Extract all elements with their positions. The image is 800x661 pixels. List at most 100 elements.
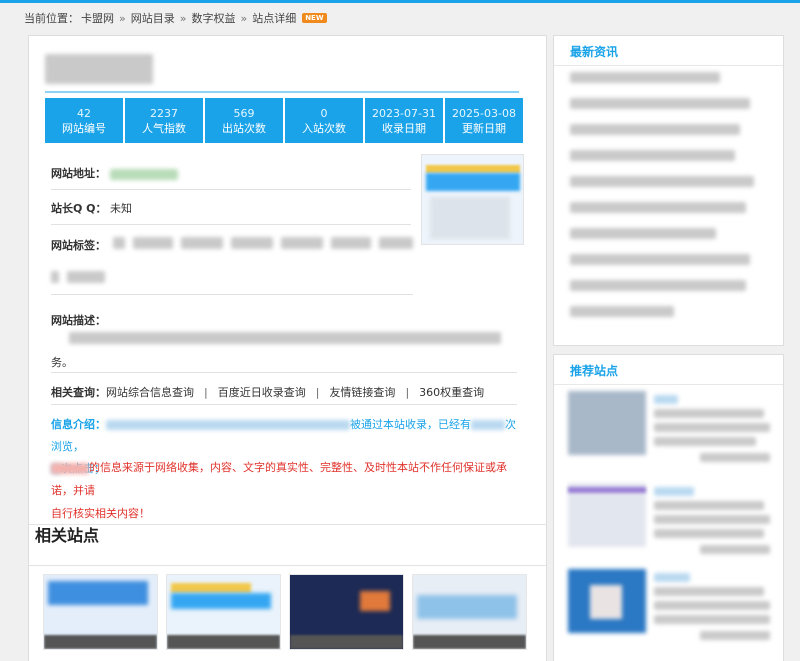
news-item-link[interactable] (570, 254, 750, 265)
intro-label: 信息介绍： (51, 418, 106, 431)
breadcrumb-directory-link[interactable]: 网站目录 (131, 10, 175, 26)
recommended-site-date (700, 453, 770, 462)
tag-link[interactable] (113, 237, 125, 249)
divider (51, 372, 517, 373)
breadcrumb-current: 站点详细 (252, 12, 297, 25)
tag-link[interactable] (51, 271, 59, 283)
recommended-site-text (654, 529, 764, 538)
stat-label: 更新日期 (462, 121, 506, 135)
news-item-link[interactable] (570, 124, 740, 135)
recommended-site-title (654, 395, 678, 404)
recommended-site-title (654, 573, 690, 582)
stat-label: 人气指数 (142, 121, 186, 135)
breadcrumb-separator: » (119, 11, 126, 25)
recommended-sites-panel: 推荐站点 (553, 354, 784, 661)
recommended-site-text (654, 587, 764, 596)
divider (51, 294, 413, 295)
query-separator: | (405, 385, 410, 399)
view-count-blurred (471, 420, 505, 430)
recommended-site-text (654, 615, 770, 624)
recommended-site-item[interactable] (568, 391, 773, 473)
site-tags-row: 网站标签： (51, 237, 106, 253)
title-underline (45, 91, 519, 93)
query-link-site-info[interactable]: 网站综合信息查询 (106, 384, 194, 400)
news-item-link[interactable] (570, 176, 754, 187)
tag-link[interactable] (133, 237, 173, 249)
related-site-card[interactable] (43, 574, 158, 650)
breadcrumb-category-link[interactable]: 数字权益 (191, 10, 235, 26)
site-url-row: 网站地址： (51, 165, 178, 181)
query-link-baidu-index[interactable]: 百度近日收录查询 (218, 384, 306, 400)
intro-text-1: 被通过本站收录，已经有 (350, 418, 471, 431)
intro-blurred (106, 420, 350, 430)
site-url-link-blurred[interactable] (109, 168, 178, 180)
site-title-blurred (45, 54, 153, 84)
news-item-link[interactable] (570, 72, 720, 83)
related-site-card[interactable] (289, 574, 404, 650)
news-item-link[interactable] (570, 202, 746, 213)
description-label: 网站描述： (51, 314, 106, 327)
tag-link[interactable] (331, 237, 371, 249)
breadcrumb-separator: » (179, 11, 187, 25)
query-label: 相关查询： (51, 386, 106, 399)
site-name-blurred (51, 462, 89, 474)
related-site-card[interactable] (166, 574, 281, 650)
stat-value: 2237 (150, 106, 178, 120)
webmaster-qq-row: 站长Q Q： 未知 (51, 200, 132, 216)
stat-label: 收录日期 (382, 121, 426, 135)
disclaimer-line-1: 的信息来源于网络收集，内容、文字的真实性、完整性、及时性本站不作任何保证或承诺，… (51, 461, 507, 497)
recommended-site-text (654, 437, 756, 446)
tag-link[interactable] (67, 271, 105, 283)
site-tags-list (113, 237, 413, 249)
related-sites-list (43, 574, 527, 650)
site-tags-list-row2 (51, 271, 105, 283)
stat-added-date: 2023-07-31 收录日期 (365, 98, 443, 143)
stat-label: 网站编号 (62, 121, 106, 135)
recommended-site-image (568, 391, 646, 455)
recommended-site-item[interactable] (568, 569, 773, 651)
recommended-site-text (654, 409, 764, 418)
site-description-row: 网站描述： (51, 312, 106, 328)
site-description-blurred (69, 332, 501, 344)
recommended-site-item[interactable] (568, 483, 773, 565)
latest-news-list (570, 72, 754, 332)
recommended-site-text (654, 515, 770, 524)
related-query-row: 相关查询： 网站综合信息查询 | 百度近日收录查询 | 友情链接查询 | 360… (51, 384, 484, 400)
query-separator: | (204, 385, 208, 399)
news-item-link[interactable] (570, 98, 750, 109)
stat-value: 569 (233, 106, 255, 120)
recommended-site-date (700, 545, 770, 554)
related-sites-header-box (29, 524, 546, 566)
related-site-card[interactable] (412, 574, 527, 650)
stat-outbound: 569 出站次数 (205, 98, 283, 143)
breadcrumb-home-link[interactable]: 卡盟网 (81, 10, 114, 26)
description-tail: 务。 (51, 356, 73, 369)
tag-link[interactable] (379, 237, 413, 249)
news-item-link[interactable] (570, 150, 735, 161)
stat-value: 2025-03-08 (452, 106, 516, 120)
recommended-sites-title: 推荐站点 (570, 364, 619, 378)
query-link-360-weight[interactable]: 360权重查询 (419, 384, 484, 400)
news-item-link[interactable] (570, 228, 716, 239)
new-badge: NEW (302, 13, 327, 23)
site-screenshot-thumbnail[interactable] (421, 154, 524, 245)
breadcrumb-separator: » (240, 11, 248, 25)
stat-label: 出站次数 (222, 121, 266, 135)
disclaimer-line-2: 自行核实相关内容！ (51, 507, 150, 520)
query-link-friend-links[interactable]: 友情链接查询 (329, 384, 395, 400)
related-sites-title: 相关站点 (35, 526, 100, 545)
qq-value: 未知 (110, 202, 133, 215)
latest-news-panel: 最新资讯 (553, 35, 784, 346)
query-separator: | (315, 385, 320, 399)
news-item-link[interactable] (570, 280, 746, 291)
latest-news-title: 最新资讯 (570, 45, 619, 59)
breadcrumb: 当前位置： 卡盟网 » 网站目录 » 数字权益 » 站点详细 NEW (24, 10, 327, 26)
recommended-site-text (654, 423, 770, 432)
tag-link[interactable] (181, 237, 223, 249)
recommended-site-title (654, 487, 694, 496)
tag-link[interactable] (281, 237, 323, 249)
tag-link[interactable] (231, 237, 273, 249)
news-item-link[interactable] (570, 306, 674, 317)
divider (51, 189, 411, 190)
stat-value: 0 (320, 106, 328, 120)
